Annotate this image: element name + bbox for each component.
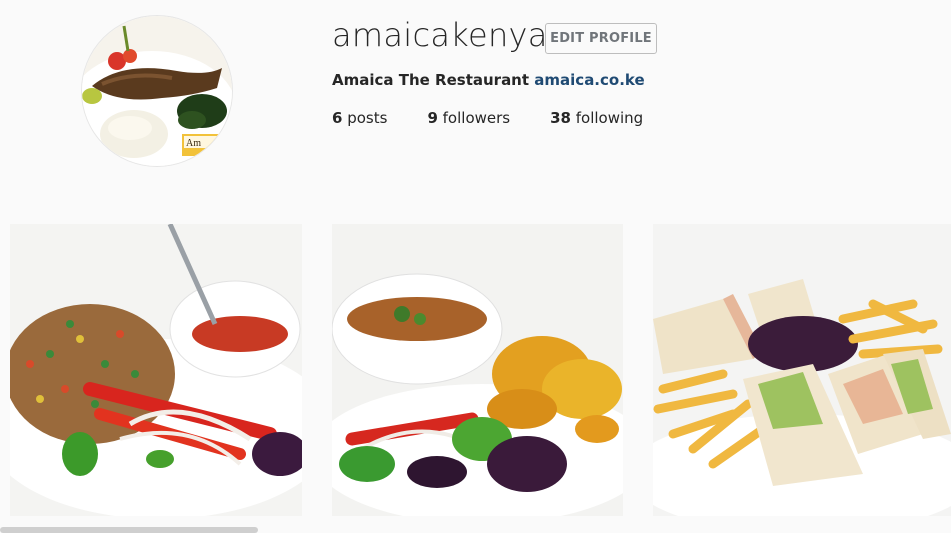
profile-stats: 6 posts 9 followers 38 following xyxy=(332,109,683,127)
post-thumbnail-2[interactable] xyxy=(332,224,623,516)
posts-label: posts xyxy=(347,109,388,127)
following-stat[interactable]: 38 following xyxy=(550,109,643,127)
followers-count: 9 xyxy=(427,109,438,127)
posts-stat: 6 posts xyxy=(332,109,387,127)
post-thumbnail-3[interactable] xyxy=(653,224,951,516)
profile-avatar[interactable]: Am xyxy=(81,15,233,167)
following-label: following xyxy=(575,109,644,127)
avatar-badge-text: Am xyxy=(186,138,201,149)
full-name: Amaica The Restaurant xyxy=(332,71,530,89)
username: amaicakenya xyxy=(332,16,548,54)
edit-profile-button[interactable]: EDIT PROFILE xyxy=(545,23,657,54)
profile-bio: Amaica The Restaurant amaica.co.ke xyxy=(332,71,645,89)
following-count: 38 xyxy=(550,109,571,127)
followers-label: followers xyxy=(442,109,511,127)
horizontal-scrollbar[interactable] xyxy=(0,527,258,533)
posts-count: 6 xyxy=(332,109,343,127)
post-thumbnail-1[interactable] xyxy=(10,224,302,516)
followers-stat[interactable]: 9 followers xyxy=(427,109,510,127)
website-link[interactable]: amaica.co.ke xyxy=(534,71,644,89)
